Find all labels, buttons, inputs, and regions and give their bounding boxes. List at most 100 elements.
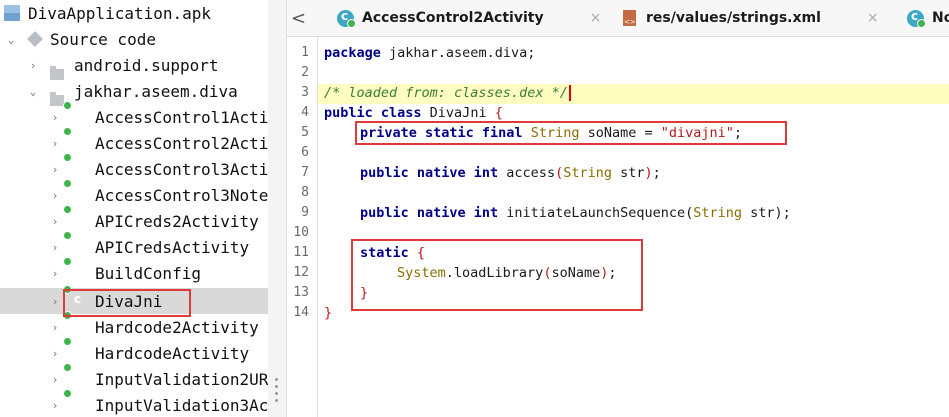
chevron-right-icon[interactable]: ›	[48, 398, 62, 412]
tree-item-class[interactable]: › Hardcode2Activity	[0, 311, 268, 340]
brace: {	[494, 105, 503, 121]
tree-label: android.support	[74, 55, 219, 75]
chevron-right-icon[interactable]: ›	[48, 162, 62, 176]
highlight-box-divajni	[63, 289, 191, 317]
line-number: 6	[301, 145, 309, 160]
tab-label: res/values/strings.xml	[646, 10, 821, 26]
chevron-right-icon[interactable]: ›	[48, 188, 62, 202]
tree-item-class[interactable]: › BuildConfig	[0, 257, 268, 286]
tab-strings-xml[interactable]: res/values/strings.xml ×	[623, 0, 879, 36]
tree-item-package-android-support[interactable]: › android.support	[0, 52, 268, 80]
line-number: 11	[293, 245, 309, 260]
class-icon	[337, 9, 356, 28]
code-text: jakhar.aseem.diva;	[380, 45, 536, 61]
keyword: public native int	[360, 205, 499, 221]
tab-label: No	[932, 10, 949, 26]
line-number: 7	[301, 165, 309, 180]
highlight-box-soname	[355, 121, 787, 145]
method-name: initiateLaunchSequence(	[498, 205, 694, 221]
chevron-left-icon[interactable]: <	[291, 8, 306, 29]
project-tree: DivaApplication.apk ⌄ Source code › andr…	[0, 0, 268, 417]
tree-item-source-code[interactable]: ⌄ Source code	[0, 26, 268, 52]
highlight-box-static-block	[351, 239, 643, 311]
grip-dot	[275, 385, 278, 388]
tree-item-class[interactable]: › APICreds2Activity	[0, 205, 268, 234]
class-name: DivaJni	[421, 105, 495, 121]
close-icon[interactable]: ×	[590, 10, 602, 26]
code-editor[interactable]: 1 2 3 4 5 6 7 8 9 10 11 12 13 14 package…	[287, 37, 949, 417]
tree-label: Source code	[50, 29, 156, 49]
paren: )	[644, 165, 653, 181]
keyword: public native int	[360, 165, 499, 181]
chevron-right-icon[interactable]: ›	[26, 58, 40, 72]
source-code-icon	[27, 31, 43, 47]
tree-label: AccessControl2Acti	[95, 133, 268, 153]
paren: (	[555, 165, 564, 181]
tab-label: AccessControl2Activity	[362, 10, 544, 26]
tree-item-package-jakhar[interactable]: ⌄ jakhar.aseem.diva	[0, 78, 268, 106]
tree-label: BuildConfig	[95, 263, 201, 283]
code-line-1: package jakhar.aseem.diva;	[324, 43, 535, 63]
comment: /* loaded from: classes.dex */	[324, 85, 568, 101]
code-text: );	[774, 205, 791, 221]
tree-label: AccessControl3Acti	[95, 159, 268, 179]
tree-label: DivaApplication.apk	[28, 3, 212, 23]
class-icon	[907, 9, 926, 28]
chevron-right-icon[interactable]: ›	[48, 372, 62, 386]
grip-dot	[275, 399, 278, 402]
tree-item-class[interactable]: › HardcodeActivity	[0, 337, 268, 366]
line-number: 1	[301, 45, 309, 60]
chevron-down-icon[interactable]: ⌄	[4, 32, 18, 46]
code-text: str	[742, 205, 775, 221]
apk-file-icon	[4, 5, 20, 21]
tree-item-class[interactable]: › AccessControl3Acti	[0, 153, 268, 182]
grip-dot	[275, 378, 278, 381]
line-number: 13	[293, 285, 309, 300]
code-line-7: public native int access(String str);	[360, 163, 661, 183]
code-text: ;	[652, 165, 661, 181]
tree-item-class[interactable]: › AccessControl2Acti	[0, 127, 268, 156]
tree-item-class[interactable]: › APICredsActivity	[0, 231, 268, 260]
line-number: 12	[293, 265, 309, 280]
chevron-right-icon[interactable]: ›	[48, 346, 62, 360]
chevron-right-icon[interactable]: ›	[48, 294, 62, 308]
tree-item-class[interactable]: › InputValidation2UR	[0, 363, 268, 392]
chevron-right-icon[interactable]: ›	[48, 136, 62, 150]
code-line-3: /* loaded from: classes.dex */	[324, 83, 571, 103]
chevron-right-icon[interactable]: ›	[48, 266, 62, 280]
code-line-14: }	[324, 305, 333, 321]
chevron-right-icon[interactable]: ›	[48, 110, 62, 124]
tree-label: InputValidation2UR	[95, 369, 268, 389]
chevron-down-icon[interactable]: ⌄	[26, 84, 40, 98]
line-number: 5	[301, 125, 309, 140]
chevron-right-icon[interactable]: ›	[48, 240, 62, 254]
tree-label: jakhar.aseem.diva	[74, 81, 238, 101]
tree-item-class[interactable]: › InputValidation3Ac	[0, 389, 268, 417]
tree-label: APICreds2Activity	[95, 211, 259, 231]
tree-item-class[interactable]: › AccessControl1Acti	[0, 101, 268, 130]
line-number: 3	[301, 85, 309, 100]
line-number: 10	[293, 225, 309, 240]
tab-accesscontrol2activity[interactable]: AccessControl2Activity ×	[337, 0, 601, 36]
line-number: 4	[301, 105, 309, 120]
method-name: access	[498, 165, 556, 181]
close-icon[interactable]: ×	[867, 10, 879, 26]
tree-label: Hardcode2Activity	[95, 317, 259, 337]
tree-label: AccessControl1Acti	[95, 107, 268, 127]
line-number: 8	[301, 185, 309, 200]
tree-label: HardcodeActivity	[95, 343, 250, 363]
line-number-gutter: 1 2 3 4 5 6 7 8 9 10 11 12 13 14	[287, 37, 318, 417]
code-line-9: public native int initiateLaunchSequence…	[360, 203, 791, 223]
chevron-right-icon[interactable]: ›	[48, 320, 62, 334]
tree-item-apk[interactable]: DivaApplication.apk	[0, 0, 268, 26]
chevron-right-icon[interactable]: ›	[48, 214, 62, 228]
tree-label: InputValidation3Ac	[95, 395, 268, 415]
tree-item-class[interactable]: › AccessControl3Note	[0, 179, 268, 208]
type-name: String	[693, 205, 743, 221]
tree-label: AccessControl3Note	[95, 185, 268, 205]
grip-dot	[275, 392, 278, 395]
line-number: 14	[293, 305, 309, 320]
code-text: str	[612, 165, 645, 181]
type-name: String	[563, 165, 612, 181]
tab-partial[interactable]: No	[907, 0, 949, 36]
